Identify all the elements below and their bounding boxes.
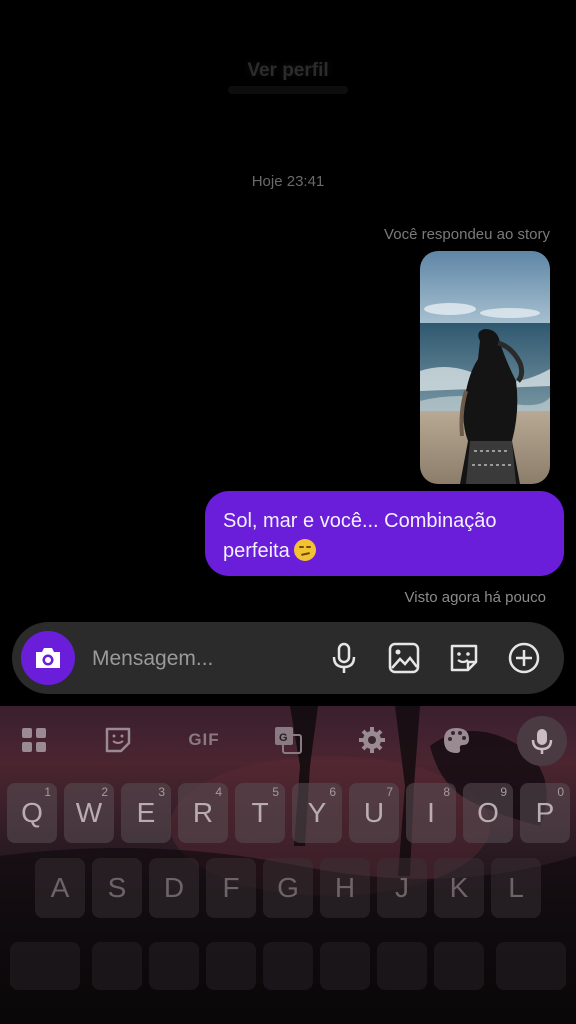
key-f[interactable]: F	[206, 858, 256, 918]
camera-icon	[36, 648, 60, 668]
view-profile-link[interactable]: Ver perfil	[0, 60, 576, 82]
key-w[interactable]: W2	[64, 783, 114, 843]
key-n[interactable]	[377, 942, 427, 990]
key-a[interactable]: A	[35, 858, 85, 918]
key-c[interactable]	[206, 942, 256, 990]
key-j[interactable]: J	[377, 858, 427, 918]
key-k[interactable]: K	[434, 858, 484, 918]
theme-palette-icon[interactable]	[436, 720, 476, 760]
key-m[interactable]	[434, 942, 484, 990]
shift-key[interactable]	[10, 942, 80, 990]
message-composer	[12, 622, 564, 694]
plus-circle-icon[interactable]	[506, 640, 542, 676]
translate-icon[interactable]: G	[268, 720, 308, 760]
key-d[interactable]: D	[149, 858, 199, 918]
key-p[interactable]: P0	[520, 783, 570, 843]
key-o[interactable]: O9	[463, 783, 513, 843]
image-icon[interactable]	[386, 640, 422, 676]
microphone-icon[interactable]	[326, 640, 362, 676]
key-x[interactable]	[149, 942, 199, 990]
settings-gear-icon[interactable]	[352, 720, 392, 760]
key-v[interactable]	[263, 942, 313, 990]
key-l[interactable]: L	[491, 858, 541, 918]
backspace-key[interactable]	[496, 942, 566, 990]
key-y[interactable]: Y6	[292, 783, 342, 843]
sent-message-bubble[interactable]: Sol, mar e você... Combinação perfeita	[205, 491, 564, 576]
key-r[interactable]: R4	[178, 783, 228, 843]
message-input[interactable]	[90, 642, 294, 676]
key-z[interactable]	[92, 942, 142, 990]
message-timestamp: Hoje 23:41	[251, 173, 325, 190]
key-i[interactable]: I8	[406, 783, 456, 843]
chat-screen: Ver perfil Hoje 23:41 Você respondeu ao …	[0, 0, 576, 1024]
gif-button[interactable]: GIF	[183, 720, 225, 760]
smirk-emoji-icon	[293, 539, 316, 561]
camera-button[interactable]	[21, 631, 75, 685]
key-e[interactable]: E3	[121, 783, 171, 843]
on-screen-keyboard: GIF G Q 1 W 2 E 3 R 4 T 5 Y 6 U 7 I 8 O …	[0, 706, 576, 1024]
message-text: Sol, mar e você... Combinação perfeita	[223, 510, 497, 562]
keyboard-sticker-icon[interactable]	[98, 720, 138, 760]
story-reply-label: Você respondeu ao story	[384, 226, 550, 243]
key-t[interactable]: T5	[235, 783, 285, 843]
key-b[interactable]	[320, 942, 370, 990]
key-q[interactable]: Q1	[7, 783, 57, 843]
apps-grid-icon[interactable]	[14, 720, 54, 760]
profile-subtitle	[228, 86, 348, 94]
sticker-icon[interactable]	[446, 640, 482, 676]
key-s[interactable]: S	[92, 858, 142, 918]
key-g[interactable]: G	[263, 858, 313, 918]
svg-text:G: G	[279, 732, 288, 744]
key-row-3	[0, 942, 576, 1002]
key-h[interactable]: H	[320, 858, 370, 918]
seen-status: Visto agora há pouco	[404, 589, 547, 606]
key-u[interactable]: U7	[349, 783, 399, 843]
keyboard-microphone-icon	[531, 729, 553, 754]
story-thumbnail[interactable]	[420, 251, 550, 484]
voice-input-button[interactable]	[517, 716, 567, 766]
